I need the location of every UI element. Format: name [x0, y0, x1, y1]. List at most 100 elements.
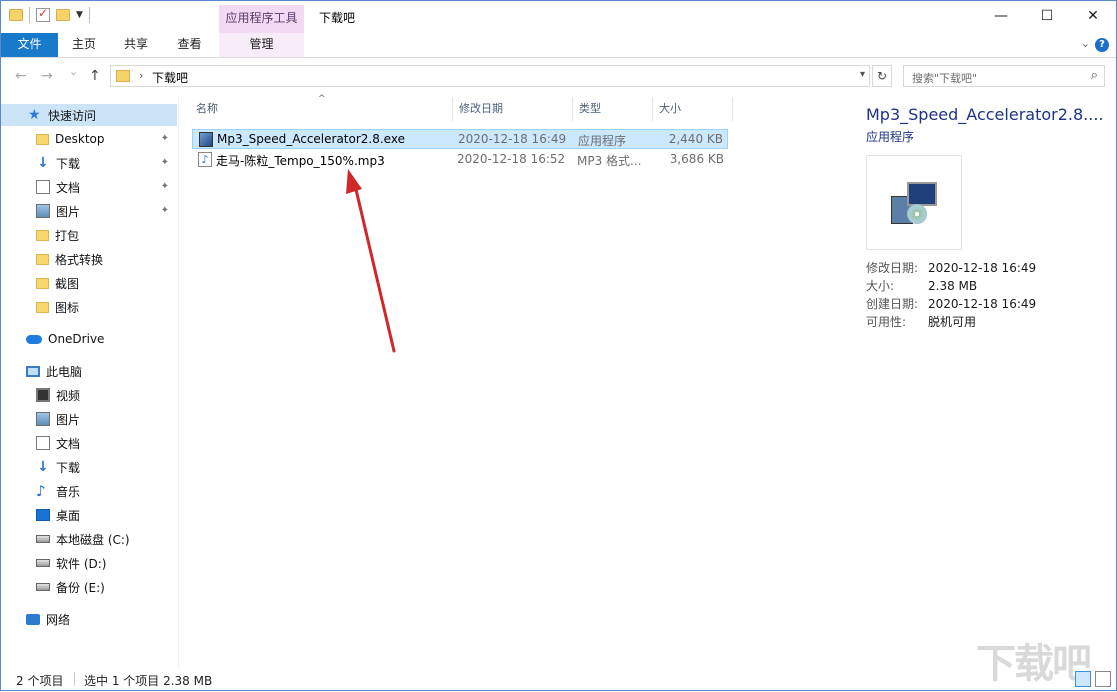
tab-home[interactable]: 主页	[58, 33, 110, 57]
large-icons-view-button[interactable]	[1095, 671, 1111, 687]
table-row[interactable]: ♪ 走马-陈粒_Tempo_150%.mp3 2020-12-18 16:52 …	[192, 150, 728, 170]
picture-icon	[36, 412, 50, 426]
nav-pc-desktop[interactable]: 桌面	[1, 504, 177, 526]
meta-size: 大小: 2.38 MB	[866, 279, 978, 293]
nav-pc-pictures[interactable]: 图片	[1, 408, 177, 430]
nav-item-pack[interactable]: 打包	[1, 224, 177, 246]
close-button[interactable]: ✕	[1070, 1, 1116, 31]
file-name: 走马-陈粒_Tempo_150%.mp3	[216, 154, 385, 168]
cloud-icon	[26, 334, 42, 344]
nav-item-documents[interactable]: 文档 ✦	[1, 176, 177, 198]
nav-this-pc[interactable]: 此电脑	[1, 360, 177, 382]
meta-modified: 修改日期: 2020-12-18 16:49	[866, 261, 1037, 275]
forward-button[interactable]: →	[41, 68, 53, 84]
table-row[interactable]: Mp3_Speed_Accelerator2.8.exe 2020-12-18 …	[192, 129, 728, 149]
audio-file-icon: ♪	[198, 152, 212, 167]
pin-icon[interactable]: ✦	[161, 157, 169, 168]
desktop-icon	[36, 509, 50, 521]
address-bar[interactable]: › 下载吧 ▾	[110, 65, 870, 87]
folder-icon	[36, 229, 49, 241]
tab-share[interactable]: 共享	[110, 33, 162, 57]
nav-item-downloads[interactable]: ↓ 下载 ✦	[1, 152, 177, 174]
search-icon: ⌕	[1090, 68, 1098, 83]
breadcrumb[interactable]: 下载吧	[152, 69, 188, 86]
recent-locations-button[interactable]: ⌄	[69, 65, 78, 78]
properties-icon[interactable]	[36, 6, 50, 22]
title-bar: ▼ 应用程序工具 下载吧 — ☐ ✕	[1, 1, 1116, 33]
file-size: 3,686 KB	[669, 152, 724, 166]
preview-title: Mp3_Speed_Accelerator2.8....	[866, 105, 1104, 124]
column-header-modified[interactable]: 修改日期	[453, 97, 573, 121]
file-modified: 2020-12-18 16:49	[458, 132, 567, 146]
context-tab-app-tools: 应用程序工具	[219, 5, 304, 33]
maximize-button[interactable]: ☐	[1024, 1, 1070, 31]
column-header-name[interactable]: 名称	[190, 97, 453, 121]
selection-info: 选中 1 个项目 2.38 MB	[84, 674, 213, 688]
computer-icon	[26, 365, 40, 377]
nav-network[interactable]: 网络	[1, 608, 177, 630]
download-icon: ↓	[37, 155, 49, 171]
quick-access-toolbar: ▼	[9, 6, 90, 23]
ribbon-expand-icon[interactable]: ⌄	[1081, 37, 1090, 50]
file-list: ^ 名称 修改日期 类型 大小 Mp3_Speed_Accelerator2.8…	[180, 94, 840, 667]
new-folder-icon[interactable]	[56, 9, 70, 21]
navigation-pane: ★ 快速访问 Desktop ✦ ↓ 下载 ✦ 文档 ✦ 图片 ✦ 打包 格式转…	[1, 97, 179, 667]
pin-icon[interactable]: ✦	[161, 205, 169, 216]
up-button[interactable]: ↑	[89, 68, 101, 84]
nav-item-convert[interactable]: 格式转换	[1, 248, 177, 270]
column-header-size[interactable]: 大小	[653, 97, 733, 121]
pin-icon[interactable]: ✦	[161, 133, 169, 144]
ribbon-tabs: 文件 主页 共享 查看 管理 ⌄ ?	[1, 33, 1116, 58]
nav-quick-access[interactable]: ★ 快速访问	[1, 104, 177, 126]
music-icon: ♪	[36, 482, 46, 500]
file-type: MP3 格式...	[577, 154, 642, 168]
status-bar: 2 个项目 选中 1 个项目 2.38 MB	[1, 668, 1116, 690]
tab-file[interactable]: 文件	[1, 33, 58, 57]
nav-pc-music[interactable]: ♪ 音乐	[1, 480, 177, 502]
star-icon: ★	[28, 107, 41, 123]
network-icon	[26, 613, 40, 625]
folder-icon	[9, 9, 23, 21]
details-view-button[interactable]	[1075, 671, 1091, 687]
back-button[interactable]: ←	[15, 68, 27, 84]
picture-icon	[36, 204, 50, 218]
column-header-type[interactable]: 类型	[573, 97, 653, 121]
nav-item-pictures[interactable]: 图片 ✦	[1, 200, 177, 222]
nav-item-screenshots[interactable]: 截图	[1, 272, 177, 294]
help-icon[interactable]: ?	[1095, 38, 1109, 52]
installer-icon	[866, 155, 962, 250]
file-type: 应用程序	[578, 134, 627, 148]
nav-pc-documents[interactable]: 文档	[1, 432, 177, 454]
nav-item-desktop[interactable]: Desktop ✦	[1, 128, 177, 150]
nav-pc-downloads[interactable]: ↓ 下载	[1, 456, 177, 478]
meta-created: 创建日期: 2020-12-18 16:49	[866, 297, 1037, 311]
chevron-down-icon[interactable]: ▾	[860, 69, 865, 80]
pin-icon[interactable]: ✦	[161, 181, 169, 192]
customize-qat-icon[interactable]: ▼	[76, 10, 83, 20]
folder-icon	[36, 253, 49, 265]
window-title: 下载吧	[319, 11, 356, 25]
nav-pc-videos[interactable]: 视频	[1, 384, 177, 406]
nav-drive-d[interactable]: 软件 (D:)	[1, 552, 177, 574]
application-icon	[199, 132, 213, 147]
meta-availability: 可用性: 脱机可用	[866, 315, 977, 329]
nav-onedrive[interactable]: OneDrive	[1, 328, 177, 350]
tab-manage[interactable]: 管理	[219, 33, 304, 57]
nav-item-icons[interactable]: 图标	[1, 296, 177, 318]
chevron-right-icon[interactable]: ›	[139, 69, 143, 82]
tab-view[interactable]: 查看	[162, 33, 217, 57]
drive-icon	[36, 535, 50, 543]
folder-icon	[116, 70, 130, 82]
minimize-button[interactable]: —	[978, 1, 1024, 31]
nav-drive-c[interactable]: 本地磁盘 (C:)	[1, 528, 177, 550]
file-name: Mp3_Speed_Accelerator2.8.exe	[217, 132, 405, 146]
search-placeholder: 搜索"下载吧"	[912, 72, 978, 85]
search-input[interactable]: 搜索"下载吧" ⌕	[903, 65, 1105, 87]
folder-icon	[36, 133, 49, 145]
download-icon: ↓	[37, 459, 49, 475]
nav-drive-e[interactable]: 备份 (E:)	[1, 576, 177, 598]
drive-icon	[36, 559, 50, 567]
refresh-button[interactable]: ↻	[872, 65, 892, 87]
details-pane: Mp3_Speed_Accelerator2.8.... 应用程序 修改日期: 2…	[841, 97, 1116, 667]
preview-type: 应用程序	[866, 130, 915, 144]
